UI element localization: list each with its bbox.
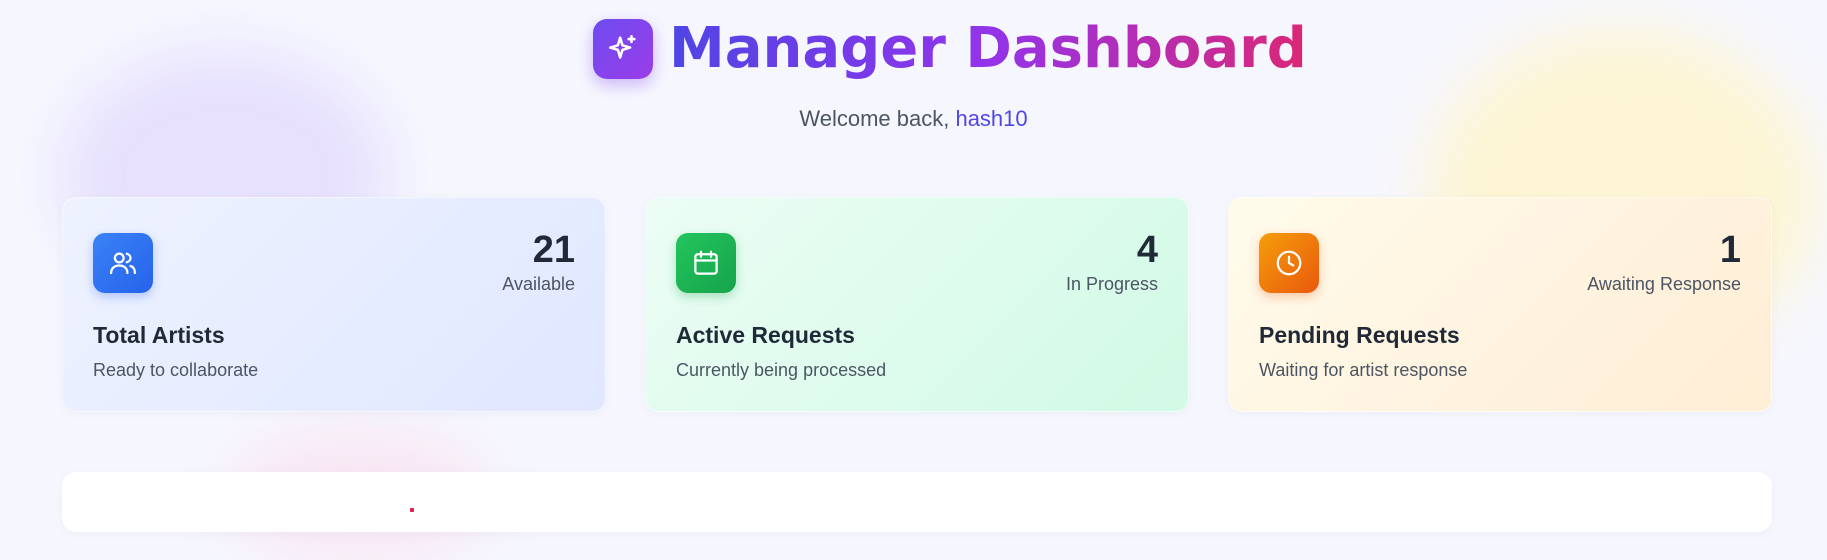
users-icon [93, 233, 153, 293]
username-link[interactable]: hash10 [955, 106, 1027, 131]
card-title: Pending Requests [1259, 322, 1460, 348]
welcome-prefix: Welcome back, [799, 106, 950, 131]
stat-label: Available [502, 274, 575, 294]
clock-icon [1259, 233, 1319, 293]
stat-card-total-artists[interactable]: 21 Available Total Artists Ready to coll… [62, 197, 606, 412]
content-panel [62, 472, 1772, 532]
sparkles-icon [593, 19, 653, 79]
stat-value: 1 [1719, 229, 1741, 271]
card-subtitle: Currently being processed [676, 360, 887, 380]
stat-value: 4 [1136, 229, 1158, 271]
card-title: Total Artists [93, 322, 225, 348]
card-subtitle: Waiting for artist response [1259, 360, 1468, 380]
stat-value: 21 [532, 229, 575, 271]
panel-decoration [410, 508, 414, 512]
card-subtitle: Ready to collaborate [93, 360, 259, 380]
stat-card-active-requests[interactable]: 4 In Progress Active Requests Currently … [645, 197, 1189, 412]
calendar-icon [676, 233, 736, 293]
stat-card-pending-requests[interactable]: 1 Awaiting Response Pending Requests Wai… [1228, 197, 1772, 412]
stat-label: In Progress [1065, 274, 1158, 294]
welcome-message: Welcome back, hash10 [0, 106, 1827, 132]
page-title: Manager Dashboard [669, 16, 1307, 81]
stat-label: Awaiting Response [1587, 274, 1741, 294]
card-title: Active Requests [676, 322, 855, 348]
title-row: Manager Dashboard [593, 16, 1307, 82]
